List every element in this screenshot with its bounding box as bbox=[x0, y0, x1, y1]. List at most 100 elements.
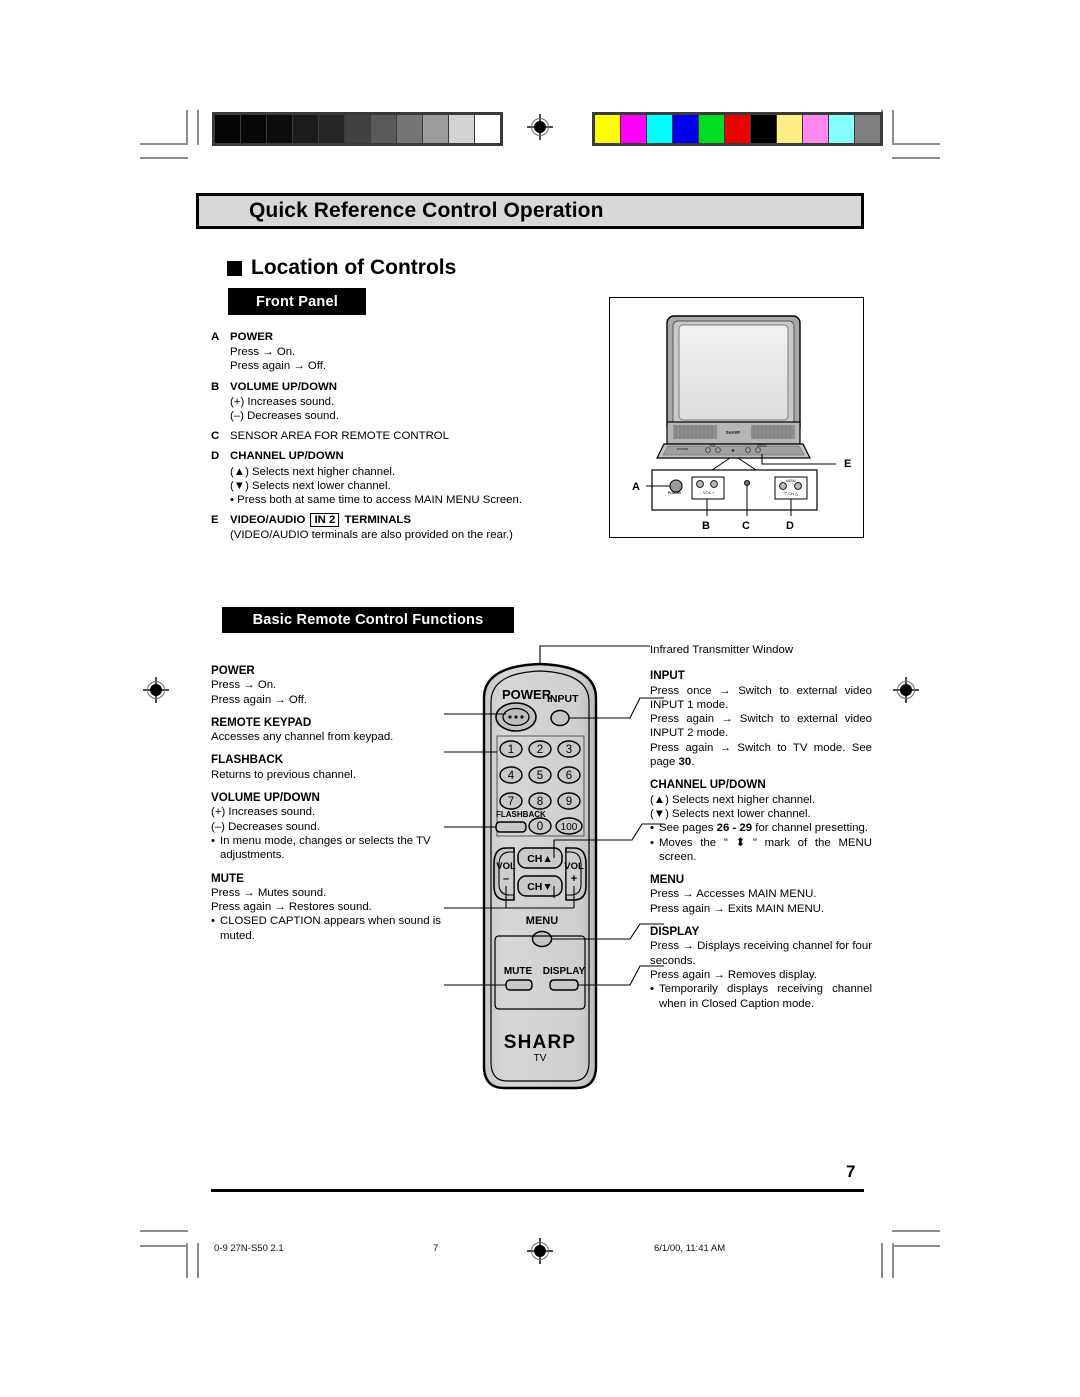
basic-remote-banner: Basic Remote Control Functions bbox=[222, 607, 514, 633]
svg-text:FLASHBACK: FLASHBACK bbox=[496, 810, 546, 819]
remote-right-bullet-text: Temporarily displays receiving channel w… bbox=[659, 983, 872, 1010]
remote-left-block-heading: MUTE bbox=[211, 871, 244, 885]
front-panel-item-line: Press again → Off. bbox=[230, 360, 327, 373]
remote-left-block-line: Press again → Restores sound. bbox=[211, 901, 372, 914]
gray-swatch-5 bbox=[345, 115, 370, 143]
remote-right-block-heading: CHANNEL UP/DOWN bbox=[650, 778, 766, 792]
svg-text:SHARP: SHARP bbox=[504, 1032, 577, 1053]
svg-text:5: 5 bbox=[537, 770, 543, 782]
color-swatch-2 bbox=[647, 115, 672, 143]
color-calibration-bar bbox=[592, 112, 883, 146]
crop-mark-bottom-left-v bbox=[186, 1243, 188, 1278]
crop-mark-bottom-left-h2 bbox=[140, 1245, 188, 1247]
svg-text:▽ CH △: ▽ CH △ bbox=[784, 491, 799, 496]
remote-left-block-bullet: • In menu mode, changes or selects the TV… bbox=[211, 834, 449, 863]
svg-text:VOL: VOL bbox=[496, 861, 516, 872]
front-panel-item-e: E VIDEO/AUDIO IN 2 TERMINALS (VIDEO/AUDIO … bbox=[211, 513, 591, 542]
remote-right-block-menu: MENU Press → Accesses MAIN MENU. Press aga… bbox=[650, 873, 872, 916]
svg-text:POWER: POWER bbox=[668, 491, 681, 495]
front-panel-item-b: B VOLUME UP/DOWN (+) Increases sound. (–) D… bbox=[211, 380, 591, 424]
color-swatch-1 bbox=[621, 115, 646, 143]
crop-mark-bottom-right-v bbox=[892, 1243, 894, 1278]
color-swatch-8 bbox=[803, 115, 828, 143]
front-panel-item-line: (▲) Selects next higher channel. bbox=[230, 465, 396, 478]
remote-right-block-heading: INPUT bbox=[650, 669, 685, 683]
front-panel-item-body: (+) Increases sound. (–) Decreases sound. bbox=[230, 395, 591, 423]
infrared-transmitter-label-row: Infrared Transmitter Window bbox=[650, 643, 872, 657]
remote-left-block-volume-up-down: VOLUME UP/DOWN (+) Increases sound. (–) De… bbox=[211, 791, 449, 862]
page-number-rule bbox=[211, 1189, 864, 1192]
gray-swatch-1 bbox=[241, 115, 266, 143]
svg-text:DISPLAY: DISPLAY bbox=[543, 966, 586, 977]
remote-left-block-line: Accesses any channel from keypad. bbox=[211, 731, 394, 744]
remote-left-block-line: Press → Mutes sound. bbox=[211, 886, 327, 899]
front-panel-item-heading: POWER bbox=[230, 331, 274, 343]
remote-right-bullet-text: See pages 26 - 29 for channel presetting… bbox=[659, 822, 868, 835]
remote-left-block-heading: VOLUME UP/DOWN bbox=[211, 791, 320, 805]
remote-left-block-flashback: FLASHBACK Returns to previous channel. bbox=[211, 753, 449, 782]
remote-right-block-bullet: • Moves the " ⬍ " mark of the MENU screen… bbox=[650, 836, 872, 865]
remote-left-block-line: Returns to previous channel. bbox=[211, 768, 356, 781]
front-panel-item-heading: SENSOR AREA FOR REMOTE CONTROL bbox=[230, 430, 449, 443]
gray-swatch-3 bbox=[293, 115, 318, 143]
page-number: 7 bbox=[846, 1162, 856, 1181]
crop-mark-bottom-right-v2 bbox=[881, 1243, 883, 1278]
remote-right-block-bullet: • Temporarily displays receiving channel … bbox=[650, 982, 872, 1011]
front-panel-item-letter: D bbox=[211, 450, 220, 463]
svg-text:VOL: VOL bbox=[564, 861, 584, 872]
basic-remote-banner-label: Basic Remote Control Functions bbox=[252, 612, 484, 628]
crop-mark-top-left-h bbox=[140, 143, 188, 145]
remote-left-bullet-text: CLOSED CAPTION appears when sound is mut… bbox=[220, 915, 441, 942]
in2-terminal-box: IN 2 bbox=[310, 513, 340, 528]
front-panel-item-heading-row: B VOLUME UP/DOWN bbox=[211, 380, 591, 394]
crop-mark-top-left-v bbox=[186, 110, 188, 145]
svg-text:MENU: MENU bbox=[526, 915, 558, 927]
svg-text:9: 9 bbox=[566, 796, 572, 808]
crop-mark-top-right-h2 bbox=[892, 157, 940, 159]
gray-swatch-6 bbox=[371, 115, 396, 143]
bullet-icon: • bbox=[650, 983, 654, 996]
svg-text:100: 100 bbox=[561, 822, 578, 833]
remote-right-block-channel-up-down: CHANNEL UP/DOWN (▲) Selects next higher c… bbox=[650, 778, 872, 864]
svg-text:+: + bbox=[571, 873, 577, 885]
section-heading: Location of Controls bbox=[227, 256, 456, 280]
front-panel-item-line: (+) Increases sound. bbox=[230, 395, 335, 408]
footer-right: 6/1/00, 11:41 AM bbox=[654, 1243, 726, 1254]
registration-mark-bottom bbox=[527, 1238, 553, 1264]
crop-mark-top-right-v bbox=[892, 110, 894, 145]
remote-right-block-line: Press once → Switch to external video IN… bbox=[650, 684, 872, 711]
svg-text:B: B bbox=[702, 520, 710, 532]
svg-text:1: 1 bbox=[508, 744, 514, 756]
svg-text:–: – bbox=[503, 873, 509, 885]
front-panel-banner-label: Front Panel bbox=[256, 293, 338, 310]
svg-text:0: 0 bbox=[537, 821, 543, 833]
page-title-bar: Quick Reference Control Operation bbox=[196, 193, 864, 229]
front-panel-item-body: (VIDEO/AUDIO terminals are also provided… bbox=[230, 528, 591, 542]
remote-right-block-display: DISPLAY Press → Displays receiving channe… bbox=[650, 925, 872, 1011]
svg-text:C: C bbox=[742, 520, 750, 532]
gray-swatch-8 bbox=[423, 115, 448, 143]
color-swatch-0 bbox=[595, 115, 620, 143]
front-panel-item-body: (▲) Selects next higher channel. (▼) Sele… bbox=[230, 465, 591, 508]
front-panel-item-heading-row: C SENSOR AREA FOR REMOTE CONTROL bbox=[211, 429, 591, 443]
front-panel-item-heading: VIDEO/AUDIO IN 2 TERMINALS bbox=[230, 513, 411, 528]
remote-right-block-heading: MENU bbox=[650, 873, 685, 887]
svg-text:POWER: POWER bbox=[502, 687, 552, 702]
color-swatch-7 bbox=[777, 115, 802, 143]
svg-text:2: 2 bbox=[537, 744, 543, 756]
svg-text:POWER: POWER bbox=[677, 447, 689, 451]
remote-right-block-line: Press again → Removes display. bbox=[650, 968, 817, 981]
remote-left-bullet-text: In menu mode, changes or selects the TV … bbox=[220, 834, 431, 862]
svg-text:VOL: VOL bbox=[710, 444, 717, 448]
front-panel-item-letter: C bbox=[211, 430, 220, 443]
crop-mark-bottom-left-v2 bbox=[197, 1243, 199, 1278]
section-heading-label: Location of Controls bbox=[251, 256, 457, 279]
bullet-icon: • bbox=[211, 915, 215, 928]
remote-right-block-line: Press → Accesses MAIN MENU. bbox=[650, 888, 817, 901]
remote-right-block-line: (▲) Selects next higher channel. bbox=[650, 793, 816, 806]
remote-left-block-power: POWER Press → On. Press again → Off. bbox=[211, 664, 449, 707]
remote-left-descriptions: POWER Press → On. Press again → Off. REMOTE… bbox=[211, 664, 449, 952]
front-panel-item-heading-row: E VIDEO/AUDIO IN 2 TERMINALS bbox=[211, 513, 591, 528]
gray-swatch-4 bbox=[319, 115, 344, 143]
remote-right-bullet-text: Moves the " ⬍ " mark of the MENU screen. bbox=[659, 836, 872, 863]
